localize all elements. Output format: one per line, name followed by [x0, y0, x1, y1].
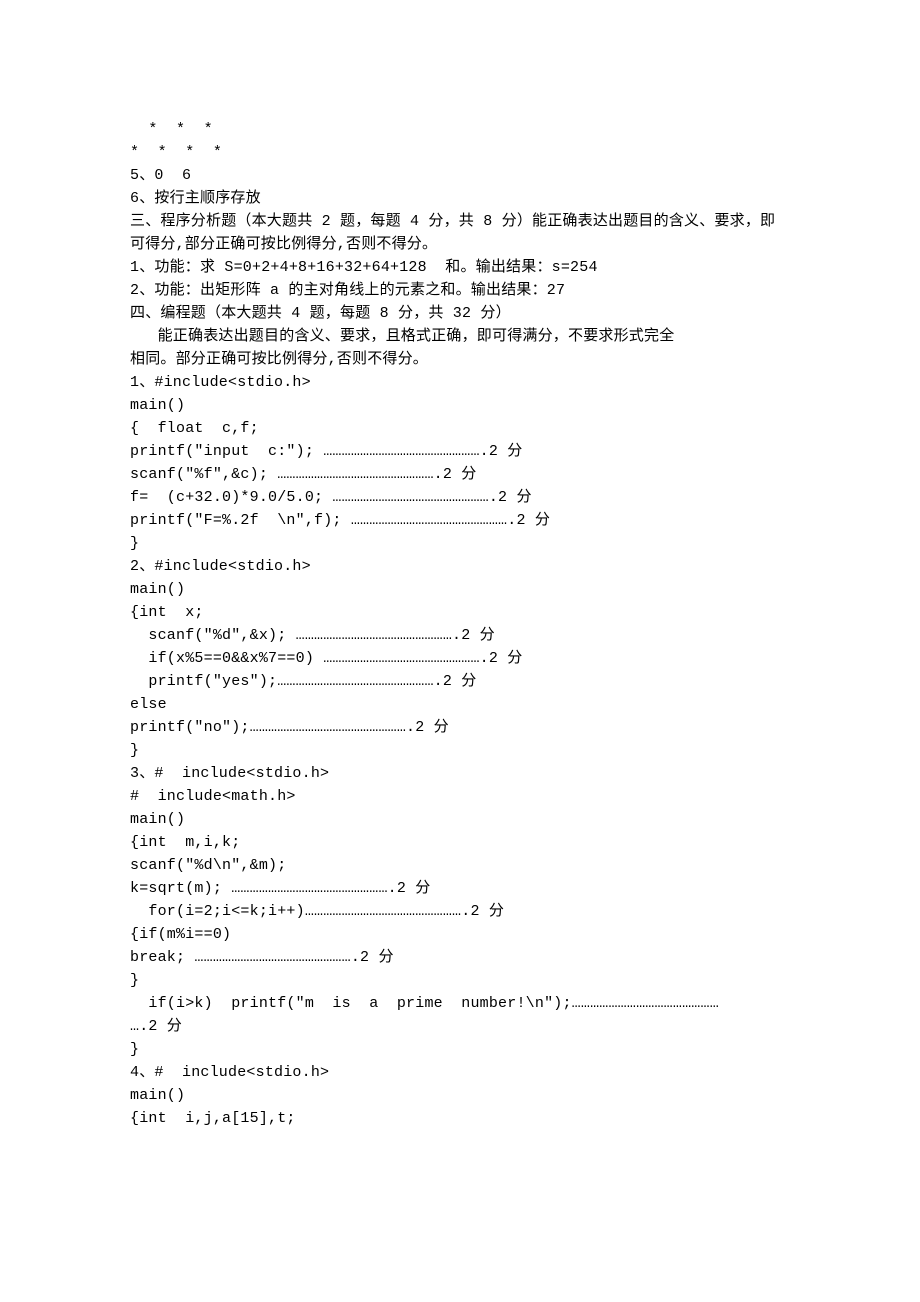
text-line: main() [130, 394, 790, 417]
text-line: 相同。部分正确可按比例得分,否则不得分。 [130, 348, 790, 371]
text-line: k=sqrt(m); …………………………………………….2 分 [130, 877, 790, 900]
text-line: else [130, 693, 790, 716]
text-line: 5、0 6 [130, 164, 790, 187]
text-line: if(i>k) printf("m is a prime number!\n")… [130, 992, 790, 1015]
text-line: } [130, 739, 790, 762]
text-line: break; …………………………………………….2 分 [130, 946, 790, 969]
text-line: printf("yes");…………………………………………….2 分 [130, 670, 790, 693]
text-line: main() [130, 808, 790, 831]
text-line: for(i=2;i<=k;i++)…………………………………………….2 分 [130, 900, 790, 923]
text-line: * * * * [130, 141, 790, 164]
text-line: printf("input c:"); …………………………………………….2 … [130, 440, 790, 463]
text-line: {if(m%i==0) [130, 923, 790, 946]
text-line: 1、#include<stdio.h> [130, 371, 790, 394]
document-page: * * ** * * *5、0 66、按行主顺序存放三、程序分析题（本大题共 2… [0, 0, 920, 1302]
text-line: 1、功能：求 S=0+2+4+8+16+32+64+128 和。输出结果：s=2… [130, 256, 790, 279]
text-line: 三、程序分析题（本大题共 2 题，每题 4 分，共 8 分）能正确表达出题目的含… [130, 210, 790, 233]
text-line: ….2 分 [130, 1015, 790, 1038]
text-line: 4、# include<stdio.h> [130, 1061, 790, 1084]
text-line: 四、编程题（本大题共 4 题，每题 8 分，共 32 分） [130, 302, 790, 325]
text-line: } [130, 1038, 790, 1061]
text-line: f= (c+32.0)*9.0/5.0; …………………………………………….2… [130, 486, 790, 509]
text-line: 3、# include<stdio.h> [130, 762, 790, 785]
text-line: # include<math.h> [130, 785, 790, 808]
text-line: * * * [130, 118, 790, 141]
text-line: printf("no");…………………………………………….2 分 [130, 716, 790, 739]
text-line: main() [130, 1084, 790, 1107]
text-line: 2、#include<stdio.h> [130, 555, 790, 578]
text-line: printf("F=%.2f \n",f); ……………………………………………… [130, 509, 790, 532]
text-line: 能正确表达出题目的含义、要求，且格式正确，即可得满分，不要求形式完全 [130, 325, 790, 348]
text-line: 6、按行主顺序存放 [130, 187, 790, 210]
text-line: {int m,i,k; [130, 831, 790, 854]
text-line: scanf("%d\n",&m); [130, 854, 790, 877]
text-line: 2、功能：出矩形阵 a 的主对角线上的元素之和。输出结果：27 [130, 279, 790, 302]
text-line: {int i,j,a[15],t; [130, 1107, 790, 1130]
text-line: scanf("%d",&x); …………………………………………….2 分 [130, 624, 790, 647]
text-line: scanf("%f",&c); …………………………………………….2 分 [130, 463, 790, 486]
text-line: { float c,f; [130, 417, 790, 440]
text-line: {int x; [130, 601, 790, 624]
text-line: main() [130, 578, 790, 601]
text-line: 可得分,部分正确可按比例得分,否则不得分。 [130, 233, 790, 256]
text-line: } [130, 532, 790, 555]
text-line: if(x%5==0&&x%7==0) …………………………………………….2 分 [130, 647, 790, 670]
text-line: } [130, 969, 790, 992]
